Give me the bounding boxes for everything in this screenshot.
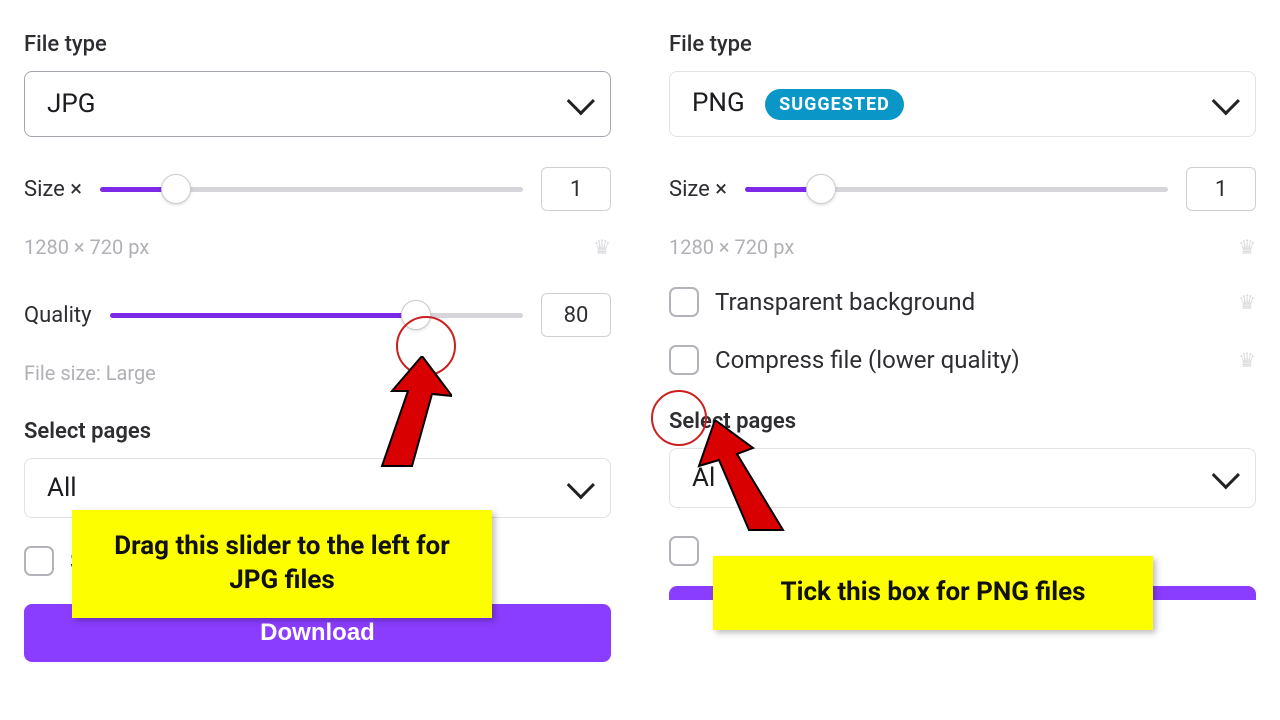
compress-label: Compress file (lower quality) bbox=[715, 346, 1020, 374]
file-type-value: JPG bbox=[47, 89, 95, 119]
file-type-label: File type bbox=[669, 32, 1256, 57]
size-slider[interactable] bbox=[100, 177, 523, 201]
right-panel: File type PNG SUGGESTED Size × 1 1280 × … bbox=[635, 0, 1280, 720]
quality-slider[interactable] bbox=[110, 303, 523, 327]
size-slider[interactable] bbox=[745, 177, 1168, 201]
size-value-input[interactable]: 1 bbox=[1186, 167, 1256, 211]
file-size-hint: File size: Large bbox=[24, 361, 156, 385]
file-type-select[interactable]: JPG bbox=[24, 71, 611, 137]
chevron-down-icon bbox=[567, 471, 595, 499]
select-pages-dropdown[interactable]: All bbox=[24, 458, 611, 518]
quality-value-input[interactable]: 80 bbox=[541, 293, 611, 337]
checkbox-extra[interactable] bbox=[24, 546, 54, 576]
checkbox-extra[interactable] bbox=[669, 536, 699, 566]
crown-icon: ♛ bbox=[593, 235, 611, 259]
size-label: Size × bbox=[24, 177, 82, 202]
dimensions-text: 1280 × 720 px bbox=[669, 235, 794, 259]
size-label: Size × bbox=[669, 177, 727, 202]
select-pages-label: Select pages bbox=[24, 419, 611, 444]
chevron-down-icon bbox=[1212, 461, 1240, 489]
chevron-down-icon bbox=[1212, 87, 1240, 115]
chevron-down-icon bbox=[567, 87, 595, 115]
file-type-select[interactable]: PNG SUGGESTED bbox=[669, 71, 1256, 137]
select-pages-value: Al bbox=[692, 463, 715, 493]
callout-jpg: Drag this slider to the left for JPG fil… bbox=[72, 510, 492, 618]
transparent-label: Transparent background bbox=[715, 288, 975, 316]
left-panel: File type JPG Size × 1 1280 × 720 px ♛ Q… bbox=[0, 0, 635, 720]
file-type-value: PNG SUGGESTED bbox=[692, 88, 904, 120]
crown-icon: ♛ bbox=[1238, 348, 1256, 372]
quality-label: Quality bbox=[24, 303, 92, 328]
select-pages-value: All bbox=[47, 473, 77, 503]
select-pages-label: Select pages bbox=[669, 409, 1256, 434]
dimensions-text: 1280 × 720 px bbox=[24, 235, 149, 259]
file-type-label: File type bbox=[24, 32, 611, 57]
suggested-badge: SUGGESTED bbox=[765, 89, 904, 120]
compress-checkbox[interactable] bbox=[669, 345, 699, 375]
crown-icon: ♛ bbox=[1238, 290, 1256, 314]
crown-icon: ♛ bbox=[1238, 235, 1256, 259]
callout-png: Tick this box for PNG files bbox=[713, 556, 1153, 630]
transparent-checkbox[interactable] bbox=[669, 287, 699, 317]
select-pages-dropdown[interactable]: Al bbox=[669, 448, 1256, 508]
size-value-input[interactable]: 1 bbox=[541, 167, 611, 211]
